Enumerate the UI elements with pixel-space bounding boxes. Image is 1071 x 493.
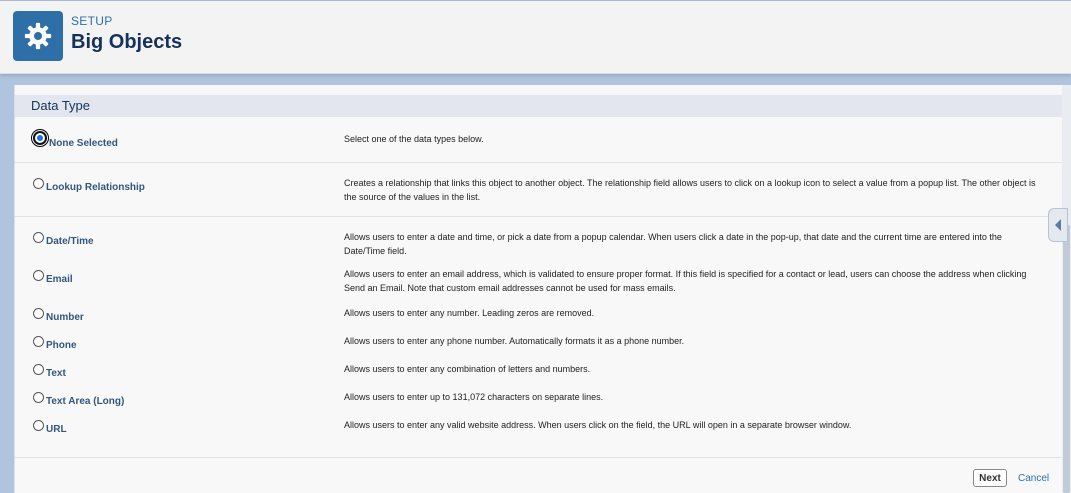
option-label[interactable]: Text	[46, 368, 66, 379]
option-label[interactable]: Phone	[46, 340, 77, 351]
option-email[interactable]: Email	[33, 269, 73, 285]
gear-icon	[24, 22, 52, 50]
option-description: Allows users to enter any number. Leadin…	[344, 308, 595, 318]
side-panel-toggle[interactable]	[1048, 208, 1068, 242]
cancel-link[interactable]: Cancel	[1018, 473, 1049, 484]
radio-url[interactable]	[33, 420, 44, 431]
option-description: Select one of the data types below.	[344, 134, 484, 144]
next-button[interactable]: Next	[973, 469, 1007, 487]
radio-number[interactable]	[33, 308, 44, 319]
option-url[interactable]: URL	[33, 419, 67, 435]
header-eyebrow: SETUP	[71, 14, 113, 28]
radio-lookup-relationship[interactable]	[33, 178, 44, 189]
data-type-card: Data Type None Selected Select one of th…	[14, 85, 1063, 493]
option-label[interactable]: None Selected	[49, 138, 118, 149]
option-none-selected[interactable]: None Selected	[31, 129, 118, 149]
radio-phone[interactable]	[33, 336, 44, 347]
footer-divider	[15, 457, 1062, 458]
chevron-left-icon	[1055, 219, 1061, 231]
radio-none-selected[interactable]	[31, 129, 49, 147]
option-label[interactable]: Email	[46, 274, 73, 285]
option-label[interactable]: Text Area (Long)	[46, 396, 124, 407]
radio-date-time[interactable]	[33, 232, 44, 243]
setup-icon-box	[13, 11, 63, 61]
option-lookup-relationship[interactable]: Lookup Relationship	[33, 177, 145, 193]
option-date-time[interactable]: Date/Time	[33, 231, 94, 247]
option-description: Allows users to enter any combination of…	[344, 364, 591, 374]
row-divider	[15, 216, 1062, 217]
option-description: Creates a relationship that links this o…	[344, 178, 1036, 202]
page-header: SETUP Big Objects	[0, 0, 1071, 74]
option-label[interactable]: Date/Time	[46, 236, 94, 247]
radio-text[interactable]	[33, 364, 44, 375]
radio-email[interactable]	[33, 270, 44, 281]
option-text-area-long[interactable]: Text Area (Long)	[33, 391, 124, 407]
section-title: Data Type	[31, 98, 91, 113]
option-text[interactable]: Text	[33, 363, 66, 379]
option-description: Allows users to enter up to 131,072 char…	[344, 392, 604, 402]
option-description: Allows users to enter any phone number. …	[344, 336, 685, 346]
option-label[interactable]: Number	[46, 312, 84, 323]
option-number[interactable]: Number	[33, 307, 84, 323]
section-header: Data Type	[15, 95, 1062, 117]
option-label[interactable]: Lookup Relationship	[46, 182, 145, 193]
option-phone[interactable]: Phone	[33, 335, 77, 351]
page-title: Big Objects	[71, 31, 183, 53]
row-divider	[15, 162, 1062, 163]
scrollbar-thumb[interactable]	[1063, 225, 1070, 493]
option-description: Allows users to enter an email address, …	[344, 269, 1027, 293]
radio-text-area-long[interactable]	[33, 392, 44, 403]
option-description: Allows users to enter any valid website …	[344, 420, 852, 430]
option-description: Allows users to enter a date and time, o…	[344, 232, 1002, 256]
option-label[interactable]: URL	[46, 424, 67, 435]
